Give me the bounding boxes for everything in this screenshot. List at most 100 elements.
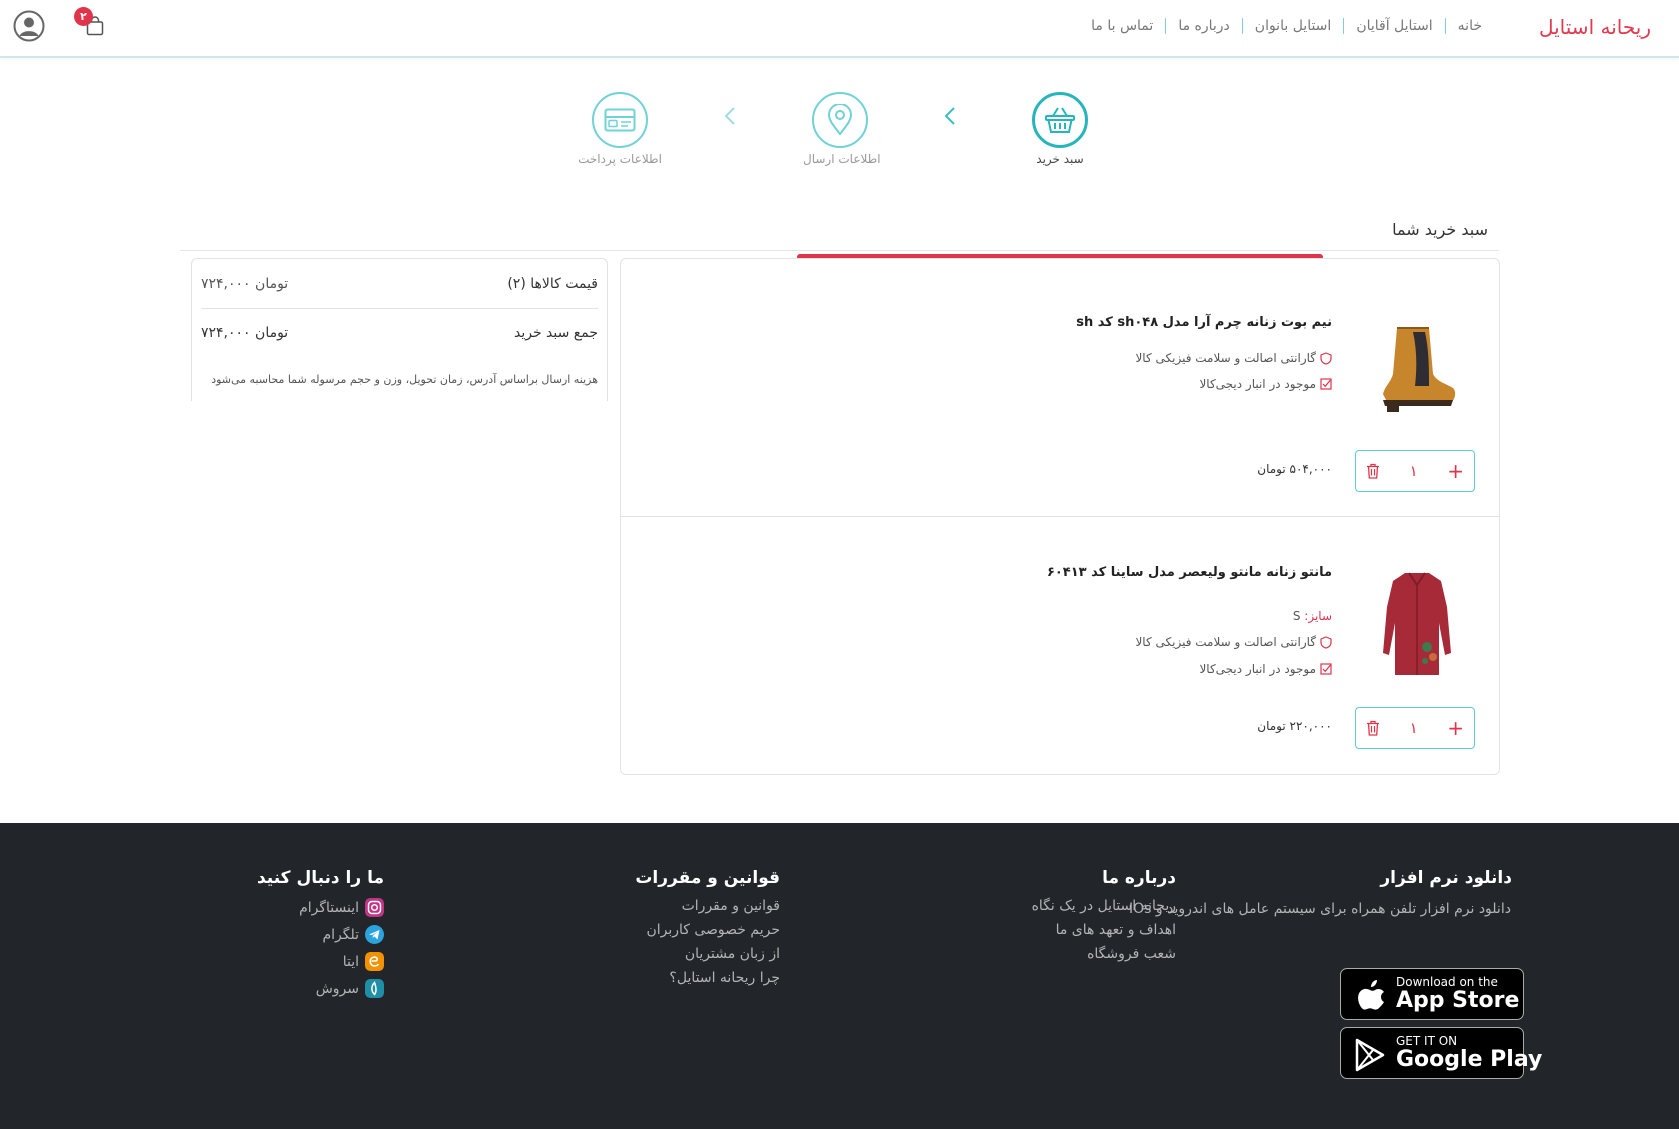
footer-follow-column: ما را دنبال کنید اینستاگرام تلگرام ایتا [257,868,384,1006]
step-shipping-circle [812,92,868,148]
footer-app-desc: دانلود نرم افزار تلفن همراه برای سیستم ع… [1129,901,1511,917]
item-stock: موجود در انبار دیجی‌کالا [1199,662,1332,676]
social-label: ایتا [342,953,359,970]
user-account-icon[interactable] [13,10,45,42]
shield-icon [1320,635,1332,649]
social-instagram[interactable]: اینستاگرام [257,898,384,917]
location-pin-icon [827,104,853,136]
checkbox-icon [1320,663,1332,675]
footer-rules-title: قوانین و مقررات [635,868,780,888]
checkbox-icon [1320,378,1332,390]
eitaa-icon [365,952,384,971]
social-eitaa[interactable]: ایتا [257,952,384,971]
nav-women-style[interactable]: استایل بانوان [1243,18,1344,34]
guarantee-text: گارانتی اصالت و سلامت فیزیکی کالا [1135,635,1316,649]
shield-icon [1320,351,1332,365]
size-label: سایز: [1304,609,1332,623]
footer-link[interactable]: چرا ریحانه استایل؟ [635,970,780,986]
stock-text: موجود در انبار دیجی‌کالا [1199,662,1316,676]
chevron-left-icon [724,107,735,125]
shipping-note: هزینه ارسال براساس آدرس، زمان تحویل، وزن… [211,373,598,386]
brand-logo[interactable]: ریحانه استایل [1539,15,1651,39]
items-price-label: قیمت کالاها (۲) [507,276,598,292]
total-label: جمع سبد خرید [513,325,598,341]
footer-link[interactable]: اهداف و تعهد های ما [1032,922,1176,938]
play-store-icon [1355,1038,1385,1072]
footer-link[interactable]: حریم خصوصی کاربران [635,922,780,938]
main-nav: خانه استایل آقایان استایل بانوان درباره … [1079,18,1494,34]
item-price: ۵۰۴,۰۰۰ تومان [1257,462,1332,476]
item-guarantee: گارانتی اصالت و سلامت فیزیکی کالا [1135,635,1332,649]
nav-about[interactable]: درباره ما [1166,18,1241,34]
footer-rules-column: قوانین و مقررات قوانین و مقررات حریم خصو… [635,868,780,994]
nav-men-style[interactable]: استایل آقایان [1344,18,1444,34]
trash-icon[interactable] [1366,463,1380,479]
social-label: اینستاگرام [299,899,359,916]
social-label: تلگرام [322,926,359,943]
app-store-button[interactable]: Download on the App Store [1340,968,1524,1020]
social-soroush[interactable]: سروش [257,979,384,998]
social-label: سروش [315,980,359,997]
quantity-stepper: ۱ + [1355,450,1475,492]
footer-about-title: درباره ما [1102,868,1176,888]
social-telegram[interactable]: تلگرام [257,925,384,944]
site-footer: دانلود نرم افزار دانلود نرم افزار تلفن ه… [0,823,1679,1129]
app-store-big: App Store [1396,988,1520,1013]
cart-items-panel: نیم بوت زنانه چرم آرا مدل sh۰۴۸ کد sh گا… [620,258,1500,775]
step-payment-label: اطلاعات پرداخت [578,152,662,166]
credit-card-icon [604,108,636,132]
quantity-value: ۱ [1409,462,1418,480]
guarantee-text: گارانتی اصالت و سلامت فیزیکی کالا [1135,351,1316,365]
item-title[interactable]: مانتو زنانه مانتو ولیعصر مدل ساینا کد ۶۰… [1047,565,1332,580]
basket-icon [1045,107,1075,133]
item-guarantee: گارانتی اصالت و سلامت فیزیکی کالا [1135,351,1332,365]
chevron-left-icon [944,107,955,125]
step-cart-label: سبد خرید [1036,152,1084,166]
product-image-boot[interactable] [1367,316,1467,416]
total-value: ۷۲۴,۰۰۰ تومان [201,325,289,341]
app-store-small: Download on the [1396,975,1498,989]
google-play-big: Google Play [1396,1047,1543,1072]
cart-title: سبد خرید شما [1392,220,1488,239]
footer-link[interactable]: از زبان مشتریان [635,946,780,962]
product-image-coat[interactable] [1367,567,1467,679]
soroush-icon [365,979,384,998]
trash-icon[interactable] [1366,720,1380,736]
quantity-value: ۱ [1409,719,1418,737]
footer-about-column: درباره ما ریحانه استایل در یک نگاه اهداف… [1032,868,1176,970]
item-size: سایز: S [1293,609,1332,623]
cart-count-badge: ۲ [74,7,93,26]
increase-quantity-button[interactable]: + [1447,461,1464,481]
increase-quantity-button[interactable]: + [1447,718,1464,738]
divider [180,250,1499,251]
step-cart[interactable]: سبد خرید [1031,92,1089,166]
instagram-icon [365,898,384,917]
nav-contact[interactable]: تماس با ما [1079,18,1165,34]
footer-app-column: دانلود نرم افزار دانلود نرم افزار تلفن ه… [1128,868,1512,928]
nav-home[interactable]: خانه [1446,18,1494,34]
item-stock: موجود در انبار دیجی‌کالا [1199,377,1332,391]
summary-total-row: ۷۲۴,۰۰۰ تومان جمع سبد خرید [201,325,598,341]
top-header: ریحانه استایل خانه استایل آقایان استایل … [0,0,1679,58]
step-cart-circle [1032,92,1088,148]
cart-item: مانتو زنانه مانتو ولیعصر مدل ساینا کد ۶۰… [621,517,1499,775]
item-price: ۲۲۰,۰۰۰ تومان [1257,719,1332,733]
footer-follow-title: ما را دنبال کنید [256,868,384,888]
step-payment[interactable]: اطلاعات پرداخت [577,92,663,166]
telegram-icon [365,925,384,944]
size-value: S [1292,609,1301,623]
footer-link[interactable]: قوانین و مقررات [635,898,780,914]
footer-link[interactable]: ریحانه استایل در یک نگاه [1032,898,1176,914]
stock-text: موجود در انبار دیجی‌کالا [1199,377,1316,391]
divider [201,308,598,309]
cart-summary-panel: ۷۲۴,۰۰۰ تومان قیمت کالاها (۲) ۷۲۴,۰۰۰ تو… [191,258,608,401]
footer-app-title: دانلود نرم افزار [1380,868,1512,888]
step-shipping[interactable]: اطلاعات ارسال [803,92,881,166]
step-shipping-label: اطلاعات ارسال [803,152,881,166]
google-play-button[interactable]: GET IT ON Google Play [1340,1027,1542,1079]
google-play-small: GET IT ON [1396,1034,1458,1048]
footer-link[interactable]: شعب فروشگاه [1032,946,1176,962]
quantity-stepper: ۱ + [1355,707,1475,749]
item-title[interactable]: نیم بوت زنانه چرم آرا مدل sh۰۴۸ کد sh [1076,315,1332,330]
step-payment-circle [592,92,648,148]
